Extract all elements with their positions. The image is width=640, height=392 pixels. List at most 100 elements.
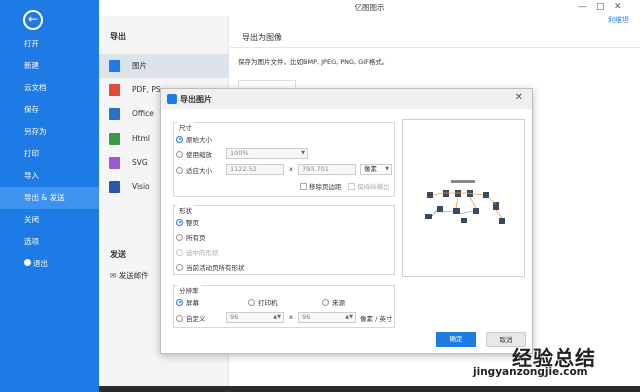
size-zoom-label: 使用缩放: [186, 151, 212, 159]
shape-selected-label: 选中的形状: [186, 249, 219, 257]
radio-icon: [176, 218, 183, 226]
checkbox-icon: [300, 182, 307, 190]
radio-icon: [176, 233, 183, 241]
user-name[interactable]: 利维坦: [608, 15, 629, 25]
dialog-title: 导出图片: [180, 95, 212, 104]
radio-icon: [176, 263, 183, 271]
size-section: 尺寸 原始大小 使用缩放 100% ▼ 适应大小 1122.52 x 793.70…: [173, 122, 395, 197]
size-original-label: 原始大小: [186, 136, 212, 144]
remove-margin-checkbox[interactable]: 移除页边距: [300, 181, 342, 191]
spinner-icon[interactable]: ▲▼: [273, 313, 281, 322]
dpi-y-input[interactable]: 96 ▲▼: [298, 312, 356, 323]
export-preview: [402, 119, 525, 277]
back-arrow-icon[interactable]: ←: [23, 10, 43, 30]
export-image-desc: 保存为图片文件，比如BMP, JPEG, PNG, GIF格式。: [238, 58, 389, 66]
res-screen-label: 屏幕: [186, 299, 199, 307]
radio-icon: [176, 248, 183, 256]
res-custom-option[interactable]: 自定义: [176, 313, 206, 323]
zoom-value: 100%: [230, 149, 249, 157]
shape-current-all-option[interactable]: 当前活动页所有形状: [176, 262, 245, 272]
zoom-select[interactable]: 100% ▼: [226, 148, 308, 159]
export-item-label: PDF, PS,: [132, 85, 164, 94]
shape-all-label: 所有页: [186, 234, 206, 242]
sidebar-item-save[interactable]: 保存: [0, 99, 99, 121]
dialog-header: 导出图片 ✕: [161, 89, 532, 109]
width-value: 1122.52: [230, 165, 257, 173]
export-image-title: 导出为图像: [242, 33, 282, 42]
dpi-x-value: 96: [230, 313, 239, 321]
exit-icon: [24, 259, 31, 266]
radio-icon: [176, 166, 183, 174]
ok-button[interactable]: 确定: [436, 332, 476, 347]
image-format-thumb: [238, 80, 296, 88]
svg-icon: [109, 157, 120, 169]
radio-icon: [176, 150, 183, 158]
res-printer-option[interactable]: 打印机: [248, 297, 278, 307]
chevron-down-icon: ▼: [301, 150, 305, 156]
size-fit-option[interactable]: 适应大小: [176, 165, 212, 175]
diagram-preview-image: [421, 178, 509, 226]
shape-page-label: 整页: [186, 219, 199, 227]
image-icon: [109, 60, 120, 72]
size-unit-select[interactable]: 像素 ▼: [360, 164, 392, 175]
sidebar-item-exit[interactable]: 退出: [0, 253, 99, 275]
sidebar-item-export-send[interactable]: 导出 & 发送: [0, 187, 99, 209]
shape-selected-option[interactable]: 选中的形状: [176, 247, 219, 257]
office-icon: [109, 108, 120, 120]
chevron-down-icon: ▼: [385, 166, 389, 172]
spinner-icon[interactable]: ▲▼: [345, 313, 353, 322]
radio-icon: [176, 135, 183, 143]
sidebar-item-close[interactable]: 关闭: [0, 209, 99, 231]
res-printer-label: 打印机: [258, 299, 278, 307]
export-item-label: SVG: [132, 158, 148, 167]
remove-margin-label: 移除页边距: [309, 183, 342, 191]
size-original-option[interactable]: 原始大小: [176, 134, 212, 144]
res-times: x: [289, 313, 293, 321]
sidebar-item-import[interactable]: 导入: [0, 165, 99, 187]
sidebar-item-cloud[interactable]: 云文档: [0, 77, 99, 99]
shape-page-option[interactable]: 整页: [176, 217, 199, 227]
close-window-icon[interactable]: ✕: [614, 2, 622, 12]
resolution-section-title: 分辨率: [177, 285, 201, 295]
size-times: x: [289, 165, 293, 173]
size-section-title: 尺寸: [177, 122, 194, 132]
keep-ratio-label: 保持纵横比: [357, 183, 390, 191]
sidebar-item-print[interactable]: 打印: [0, 143, 99, 165]
size-fit-label: 适应大小: [186, 167, 212, 175]
window-title: 亿图图示: [354, 3, 385, 12]
sidebar: ← 打开 新建 云文档 保存 另存为 打印 导入 导出 & 发送 关闭 选项 退…: [0, 0, 99, 392]
shape-all-option[interactable]: 所有页: [176, 232, 206, 242]
shape-section: 形状 整页 所有页 选中的形状 当前活动页所有形状: [173, 205, 395, 275]
watermark-url: jingyanzongjie.com: [473, 366, 588, 378]
dpi-y-value: 96: [302, 313, 311, 321]
res-custom-label: 自定义: [186, 315, 206, 323]
shape-section-title: 形状: [177, 205, 194, 215]
send-heading: 发送: [110, 250, 126, 259]
resolution-section: 分辨率 屏幕 打印机 来源 自定义 96 ▲▼ x 96 ▲▼ 像素 / 英寸: [173, 285, 395, 328]
visio-icon: [109, 181, 120, 193]
sidebar-item-new[interactable]: 新建: [0, 55, 99, 77]
height-input[interactable]: 793.701: [298, 164, 356, 175]
res-screen-option[interactable]: 屏幕: [176, 297, 199, 307]
radio-icon: [248, 298, 255, 306]
dpi-x-input[interactable]: 96 ▲▼: [226, 312, 284, 323]
minimize-icon[interactable]: —: [578, 2, 587, 12]
size-zoom-option[interactable]: 使用缩放: [176, 149, 212, 159]
width-input[interactable]: 1122.52: [226, 164, 284, 175]
dialog-close-icon[interactable]: ✕: [515, 92, 523, 103]
sidebar-item-options[interactable]: 选项: [0, 231, 99, 253]
keep-ratio-checkbox[interactable]: 保持纵横比: [348, 181, 390, 191]
send-mail-item[interactable]: ✉ 发送邮件: [110, 270, 149, 281]
size-unit-value: 像素: [364, 165, 377, 173]
export-item-image[interactable]: 图片: [99, 54, 229, 78]
radio-icon: [322, 298, 329, 306]
shape-current-all-label: 当前活动页所有形状: [186, 264, 245, 272]
divider: [230, 47, 640, 48]
export-item-label: Html: [132, 134, 150, 143]
res-source-option[interactable]: 来源: [322, 297, 345, 307]
maximize-icon[interactable]: □: [596, 2, 605, 12]
export-item-label: Office: [132, 109, 154, 118]
sidebar-item-open[interactable]: 打开: [0, 33, 99, 55]
checkbox-icon: [348, 182, 355, 190]
sidebar-item-save-as[interactable]: 另存为: [0, 121, 99, 143]
